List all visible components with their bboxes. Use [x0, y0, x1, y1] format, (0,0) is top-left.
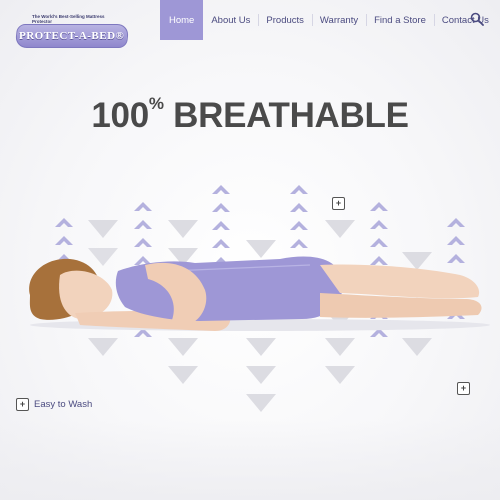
- hero-headline: 100% BREATHABLE: [0, 94, 500, 136]
- nav-about-us[interactable]: About Us: [203, 0, 258, 40]
- plus-icon: +: [335, 198, 342, 208]
- nav-find-a-store[interactable]: Find a Store: [366, 0, 434, 40]
- logo-brand-text: PROTECT-A-BED®: [19, 30, 125, 42]
- logo-tagline: The World's Best-Selling Mattress Protec…: [32, 14, 105, 24]
- main-nav: Home About Us Products Warranty Find a S…: [160, 0, 497, 40]
- sleeping-woman-illustration: [29, 256, 490, 331]
- headline-number: 100: [91, 96, 149, 135]
- site-header: The World's Best-Selling Mattress Protec…: [0, 0, 500, 48]
- logo-badge: PROTECT-A-BED®: [14, 24, 130, 48]
- search-icon[interactable]: [470, 12, 484, 26]
- brand-logo[interactable]: The World's Best-Selling Mattress Protec…: [14, 14, 130, 48]
- hotspot-plus-button-2[interactable]: +: [16, 398, 29, 411]
- bottom-fade: [0, 420, 500, 500]
- hotspot-label-easy-to-wash[interactable]: Easy to Wash: [34, 399, 92, 410]
- plus-icon: +: [460, 383, 467, 393]
- nav-contact-us[interactable]: Contact Us: [433, 0, 497, 40]
- hotspot-plus-button-1[interactable]: +: [332, 197, 345, 210]
- plus-icon: +: [19, 399, 26, 409]
- nav-products[interactable]: Products: [258, 0, 312, 40]
- headline-text: BREATHABLE: [163, 96, 409, 135]
- nav-home[interactable]: Home: [160, 0, 204, 40]
- headline-percent: %: [148, 94, 164, 114]
- hotspot-plus-button-3[interactable]: +: [457, 382, 470, 395]
- nav-warranty[interactable]: Warranty: [311, 0, 366, 40]
